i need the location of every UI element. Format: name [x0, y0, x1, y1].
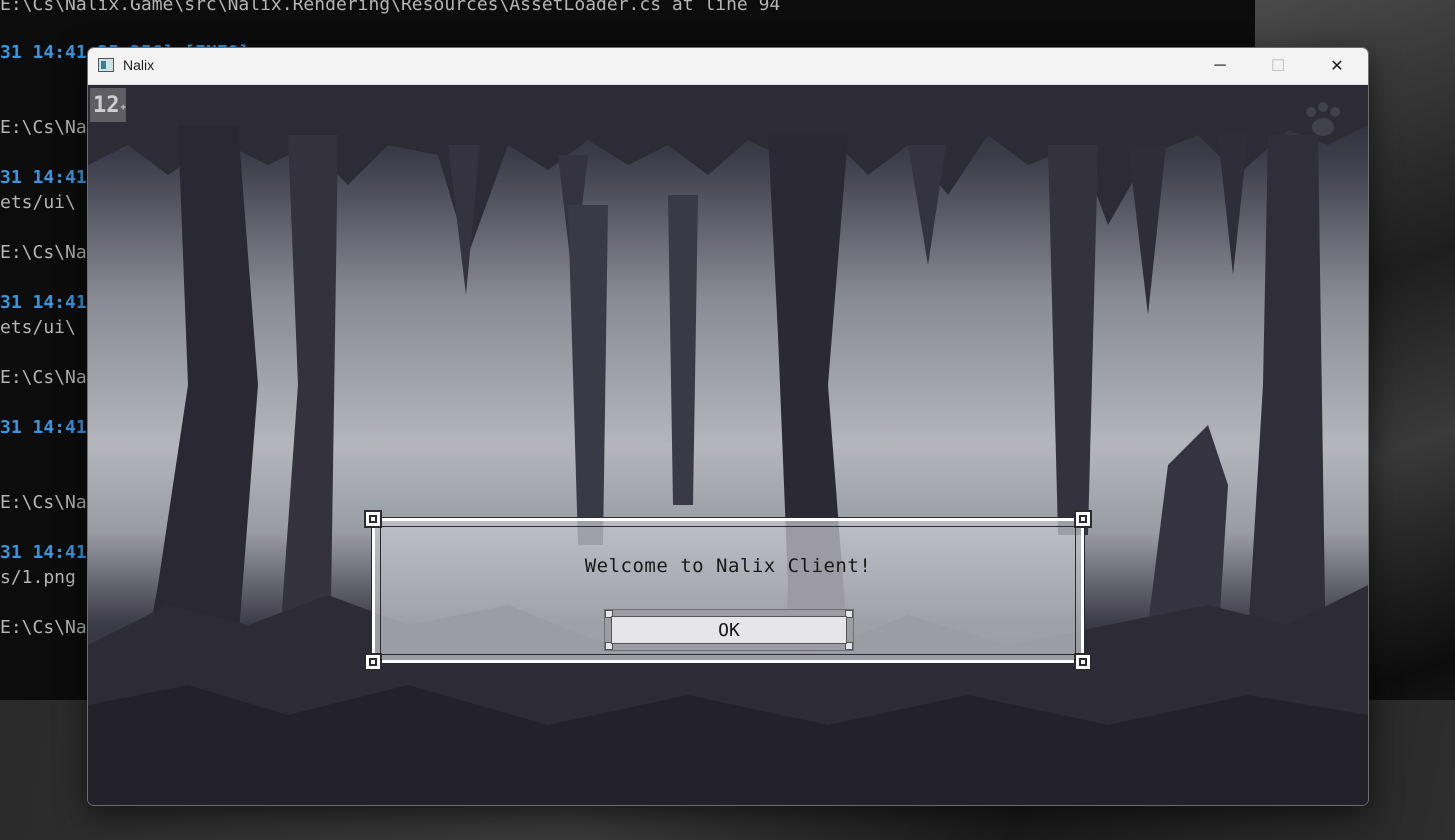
cave-background — [88, 85, 1368, 805]
app-icon — [98, 58, 114, 72]
dialog-corner — [364, 653, 382, 671]
terminal-line: 31 14:41 — [0, 292, 87, 313]
terminal-line: E:\Cs\Na — [0, 492, 87, 513]
fps-suffix: + — [120, 103, 126, 113]
terminal-line: 31 14:41 — [0, 542, 87, 563]
terminal-line: E:\Cs\Na — [0, 367, 87, 388]
terminal-line: ets/ui\ — [0, 192, 76, 213]
close-button[interactable]: ✕ — [1308, 48, 1366, 84]
game-window: Nalix ─ ☐ ✕ 12 + Welcome to Nalix Client… — [87, 47, 1369, 806]
ok-button[interactable]: OK — [604, 609, 854, 651]
fps-counter: 12 + — [90, 88, 126, 122]
terminal-line: E:\Cs\Nalix.Game\src\Nalix.Rendering\Res… — [0, 0, 781, 15]
maximize-button[interactable]: ☐ — [1249, 48, 1307, 84]
terminal-line: E:\Cs\Na — [0, 242, 87, 263]
ok-button-label: OK — [611, 616, 847, 644]
window-title: Nalix — [123, 57, 155, 73]
dialog-message: Welcome to Nalix Client! — [584, 555, 872, 577]
terminal-line: 31 14:41 — [0, 167, 87, 188]
dialog-corner — [1074, 510, 1092, 528]
game-canvas[interactable]: 12 + Welcome to Nalix Client! OK — [88, 85, 1368, 805]
terminal-line: E:\Cs\Na — [0, 117, 87, 138]
terminal-line: E:\Cs\Na — [0, 617, 87, 638]
paw-icon[interactable] — [1301, 100, 1345, 140]
welcome-dialog: Welcome to Nalix Client! OK — [364, 510, 1092, 671]
title-bar[interactable]: Nalix ─ ☐ ✕ — [88, 48, 1368, 85]
terminal-line: ets/ui\ — [0, 317, 76, 338]
dialog-corner — [364, 510, 382, 528]
terminal-line: s/1.png — [0, 567, 76, 588]
minimize-button[interactable]: ─ — [1191, 48, 1249, 84]
dialog-corner — [1074, 653, 1092, 671]
fps-value: 12 — [93, 92, 120, 118]
terminal-line: 31 14:41 — [0, 417, 87, 438]
